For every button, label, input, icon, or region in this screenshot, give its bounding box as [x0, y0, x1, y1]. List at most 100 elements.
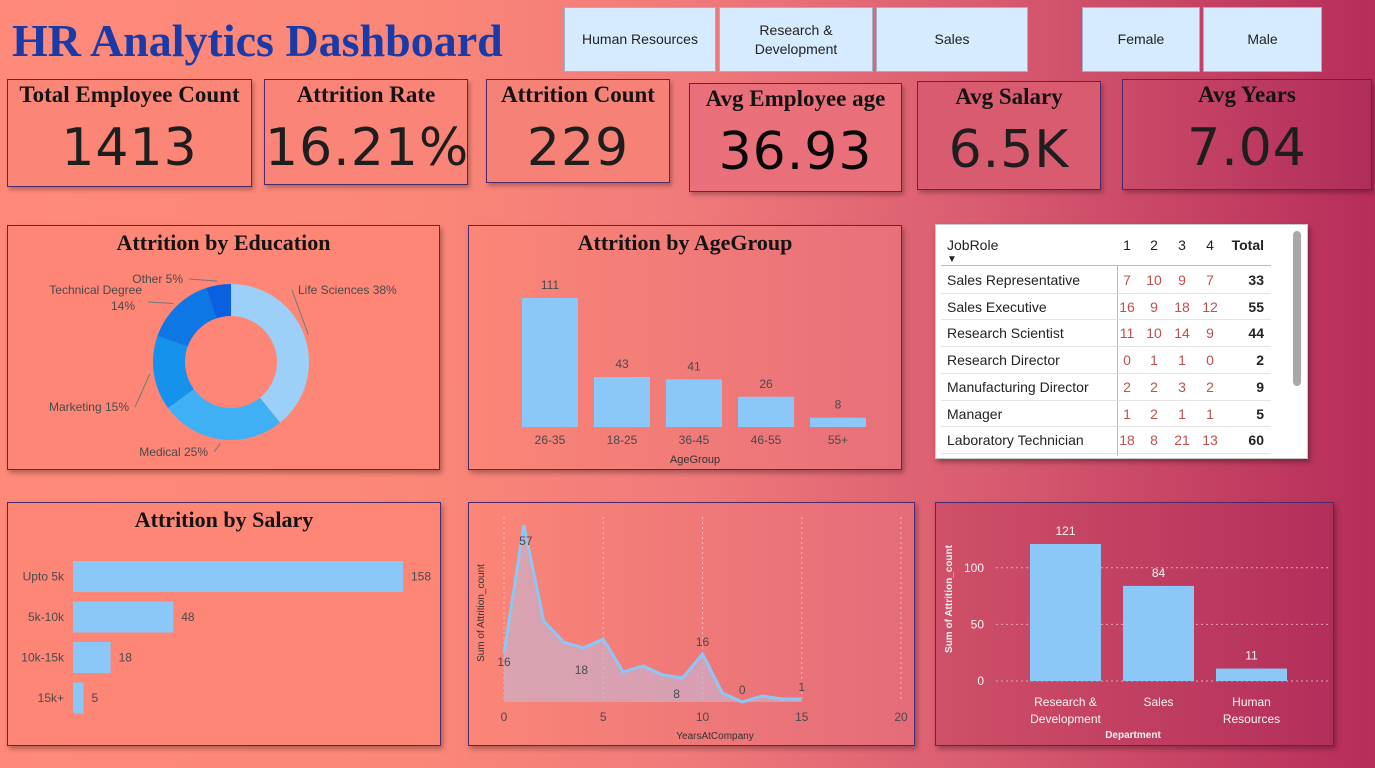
matrix-cell: 2 [1123, 378, 1131, 395]
matrix-cell: 8 [1150, 432, 1158, 449]
kpi-value: 7.04 [1187, 118, 1307, 178]
x-tick-label: 26-35 [535, 433, 566, 447]
slicer-male[interactable]: Male [1203, 7, 1322, 72]
y-tick-label: 5k-10k [28, 610, 65, 624]
x-tick-label: Development [1030, 712, 1101, 726]
department-bar[interactable] [1030, 544, 1101, 681]
matrix-column-header: Total [1231, 237, 1264, 253]
matrix-cell: 1 [1178, 405, 1186, 422]
slicer-female[interactable]: Female [1082, 7, 1200, 72]
matrix-total-cell: 5 [1256, 405, 1264, 422]
matrix-row[interactable]: Laboratory Technician 18 8 21 13 60 [936, 427, 1276, 453]
salary-bar[interactable] [73, 601, 174, 633]
donut-leader-line [147, 301, 174, 305]
slicer-human-resources[interactable]: Human Resources [564, 7, 716, 72]
kpi-value: 1413 [61, 118, 198, 178]
x-tick-label: 46-55 [751, 433, 782, 447]
y-tick-label: 100 [964, 561, 984, 575]
agegroup-bar[interactable] [594, 377, 650, 427]
matrix-cell: 9 [1206, 325, 1214, 342]
bar-data-label: 41 [687, 359, 701, 373]
matrix-row[interactable]: Manufacturing Director 2 2 3 2 9 [936, 374, 1276, 400]
matrix-row[interactable]: Research Scientist 11 10 14 9 44 [936, 320, 1276, 346]
slicer-sales[interactable]: Sales [876, 7, 1028, 72]
matrix-row-label: Laboratory Technician [947, 432, 1084, 449]
matrix-cell: 10 [1146, 325, 1162, 342]
matrix-total-cell: 33 [1248, 272, 1264, 288]
kpi-avg-employee-age: Avg Employee age 36.93 [689, 83, 902, 192]
matrix-cell: 11 [1119, 325, 1135, 342]
y-tick-label: 50 [971, 617, 985, 631]
kpi-label: Avg Years [1198, 82, 1296, 107]
x-tick-label: 10 [696, 710, 710, 724]
x-tick-label: 0 [501, 710, 508, 724]
matrix-row-label: Research Scientist [947, 325, 1064, 342]
agegroup-bar[interactable] [810, 417, 866, 427]
area-fill [504, 525, 802, 702]
donut-slice-3[interactable] [157, 288, 217, 347]
agegroup-bar[interactable] [738, 396, 794, 427]
department-bar-chart: 0 50 100 121 Research & Development 84 Sales 11 H… [944, 524, 1328, 741]
agegroup-bar[interactable] [666, 379, 722, 427]
donut-leader-line [213, 443, 221, 453]
donut-label: Medical 25% [139, 445, 208, 459]
kpi-label: Attrition Count [501, 82, 655, 107]
x-axis-label: YearsAtCompany [676, 731, 753, 742]
matrix-row-label: Manufacturing Director [947, 378, 1089, 395]
agegroup-bar[interactable] [522, 298, 578, 427]
bar-data-label: 5 [91, 691, 98, 705]
jobrole-matrix: JobRole ▼ 1 2 3 4 Total Sales Representa… [935, 224, 1308, 459]
x-tick-label: 55+ [828, 433, 848, 447]
education-donut-panel: Attrition by Education Life Sciences 38%… [7, 225, 440, 470]
matrix-row[interactable]: Sales Representative 7 10 9 7 33 [936, 267, 1276, 293]
bar-data-label: 48 [181, 610, 195, 624]
salary-bar[interactable] [73, 682, 84, 714]
area-data-label: 16 [696, 635, 710, 649]
matrix-row-label: Research Director [947, 352, 1060, 369]
matrix-cell: 7 [1123, 272, 1131, 288]
kpi-avg-years: Avg Years 7.04 [1122, 79, 1372, 190]
donut-label: Marketing 15% [49, 400, 129, 414]
kpi-label: Total Employee Count [19, 82, 240, 107]
dashboard-title: HR Analytics Dashboard [12, 15, 503, 66]
matrix-row[interactable]: Research Director 0 1 1 0 2 [936, 347, 1276, 373]
salary-bar-panel: Attrition by Salary 158 Upto 5k 48 5k-10k 18… [7, 502, 441, 746]
matrix-row-label: Sales Representative [947, 272, 1081, 288]
salary-bar[interactable] [73, 561, 403, 592]
kpi-attrition-rate: Attrition Rate 16.21% [264, 79, 468, 185]
education-donut-chart: Life Sciences 38% Medical 25% Marketing 15… [49, 272, 397, 459]
department-bar[interactable] [1123, 585, 1194, 681]
matrix-row[interactable]: Sales Executive 16 9 18 12 55 [936, 294, 1276, 320]
x-tick-label: 15 [795, 710, 809, 724]
y-axis-label: Sum of Attrition_count [944, 544, 955, 653]
matrix-cell: 2 [1150, 378, 1158, 395]
kpi-label: Avg Employee age [705, 86, 886, 111]
y-tick-label: 15k+ [38, 691, 64, 705]
matrix-column-header: 1 [1123, 237, 1131, 253]
matrix-cell: 1 [1206, 405, 1214, 422]
matrix-cell: 13 [1202, 432, 1218, 449]
matrix-cell: 18 [1119, 432, 1135, 449]
matrix-cell: 21 [1174, 432, 1190, 449]
bar-data-label: 26 [759, 377, 773, 391]
slicer-research-development[interactable]: Research & Development [719, 7, 873, 72]
matrix-cell: 14 [1174, 325, 1190, 342]
kpi-value: 229 [526, 118, 630, 178]
matrix-cell: 1 [1123, 405, 1131, 422]
x-axis-label: Department [1105, 730, 1161, 741]
department-bar[interactable] [1216, 668, 1287, 681]
donut-label: Technical Degree [49, 283, 142, 297]
matrix-scrollbar[interactable] [1293, 231, 1301, 386]
matrix-total-cell: 60 [1248, 432, 1264, 449]
matrix-column-header: 3 [1178, 237, 1186, 253]
matrix-cell: 7 [1206, 272, 1214, 288]
matrix-row[interactable]: Manager 1 2 1 1 5 [936, 401, 1276, 427]
kpi-avg-salary: Avg Salary 6.5K [917, 81, 1101, 190]
matrix-cell: 12 [1202, 298, 1218, 315]
matrix-column-header: 4 [1206, 237, 1214, 253]
kpi-value: 36.93 [718, 122, 873, 182]
matrix-cell: 0 [1206, 352, 1214, 369]
matrix-row-label: Manager [947, 405, 1003, 422]
salary-bar[interactable] [73, 642, 111, 673]
x-tick-label: Research & [1034, 695, 1097, 709]
